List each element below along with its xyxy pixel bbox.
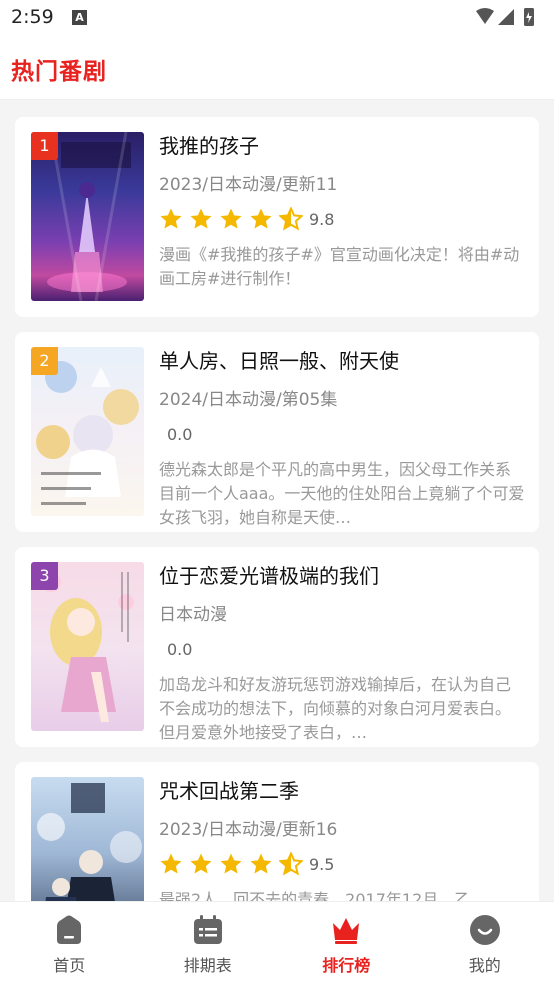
star-icon (250, 853, 272, 874)
star-rating (159, 207, 309, 231)
star-icon (160, 208, 182, 229)
score: 9.5 (309, 854, 335, 874)
cover-image: 3 (31, 562, 144, 731)
star-half-icon (279, 852, 303, 876)
cover-image (31, 777, 144, 901)
score: 0.0 (167, 639, 193, 659)
app-header: 热门番剧 (0, 36, 554, 100)
item-description: 漫画《#我推的孩子#》官宣动画化决定！将由#动画工房#进行制作！ (159, 245, 520, 288)
rank-badge: 2 (31, 347, 58, 375)
item-meta: 2024/日本动漫/第05集 (159, 390, 338, 410)
notification-icon: A (72, 10, 87, 25)
item-description: 最强2人。回不去的青春。2017年12月，乙 (159, 890, 471, 901)
item-description: 加岛龙斗和好友游玩惩罚游戏输掉后，在认为自己不会成功的想法下，向倾慕的对象白河月… (159, 675, 512, 742)
item-title[interactable]: 单人房、日照一般、附天使 (159, 346, 525, 376)
profile-icon (469, 915, 500, 945)
tab-schedule[interactable]: 排期表 (139, 902, 278, 984)
tab-label: 我的 (468, 956, 501, 975)
tab-home[interactable]: 首页 (0, 902, 139, 984)
cover-image: 1 (31, 132, 144, 301)
signal-battery-icons (476, 8, 534, 26)
cover-image: 2 (31, 347, 144, 516)
star-icon (190, 208, 212, 229)
rank-badge: 3 (31, 562, 58, 590)
list-item[interactable]: 咒术回战第二季 2023/日本动漫/更新16 9.5 最强2人。回不去的青春。2… (15, 762, 539, 901)
star-rating (159, 852, 309, 876)
rating: 0.0 (159, 635, 525, 663)
score: 9.8 (309, 209, 335, 229)
item-title[interactable]: 我推的孩子 (159, 131, 525, 161)
bottom-tab-bar: 首页 排期表 排行榜 我的 (0, 901, 554, 984)
rating: 0.0 (159, 420, 525, 448)
star-icon (220, 208, 242, 229)
status-time: 2:59 (11, 6, 54, 28)
star-icon (190, 853, 212, 874)
status-bar: 2:59 A (0, 0, 554, 36)
item-title[interactable]: 咒术回战第二季 (159, 776, 525, 806)
item-title[interactable]: 位于恋爱光谱极端的我们 (159, 561, 525, 591)
ranking-list[interactable]: 1 我推的孩子 2023/日本动漫/更新11 9.8 漫画《#我推的孩子#》官宣… (0, 100, 554, 901)
tab-label: 排行榜 (322, 956, 371, 975)
tab-profile[interactable]: 我的 (416, 902, 554, 984)
tab-label: 首页 (53, 956, 86, 975)
rating: 9.8 (159, 205, 525, 233)
tab-label: 排期表 (183, 956, 232, 975)
item-meta: 2023/日本动漫/更新16 (159, 820, 338, 840)
list-item[interactable]: 1 我推的孩子 2023/日本动漫/更新11 9.8 漫画《#我推的孩子#》官宣… (15, 117, 539, 317)
score: 0.0 (167, 424, 193, 444)
home-icon (57, 915, 82, 944)
star-half-icon (279, 207, 303, 231)
crown-icon (333, 918, 360, 944)
star-icon (250, 208, 272, 229)
item-meta: 日本动漫 (159, 605, 227, 625)
cover-art (37, 783, 142, 901)
star-icon (160, 853, 182, 874)
rating: 9.5 (159, 850, 525, 878)
schedule-icon (193, 915, 222, 944)
rank-badge: 1 (31, 132, 58, 160)
tab-ranking[interactable]: 排行榜 (277, 902, 416, 984)
list-item[interactable]: 3 位于恋爱光谱极端的我们 日本动漫 0.0 加岛龙斗和好友游玩惩罚游戏输掉后，… (15, 547, 539, 747)
item-description: 德光森太郎是个平凡的高中男生，因父母工作关系目前一个人aaa。一天他的住处阳台上… (159, 460, 525, 527)
list-item[interactable]: 2 单人房、日照一般、附天使 2024/日本动漫/第05集 0.0 德光森太郎是… (15, 332, 539, 532)
item-meta: 2023/日本动漫/更新11 (159, 175, 338, 195)
star-icon (220, 853, 242, 874)
page-title: 热门番剧 (11, 59, 107, 85)
